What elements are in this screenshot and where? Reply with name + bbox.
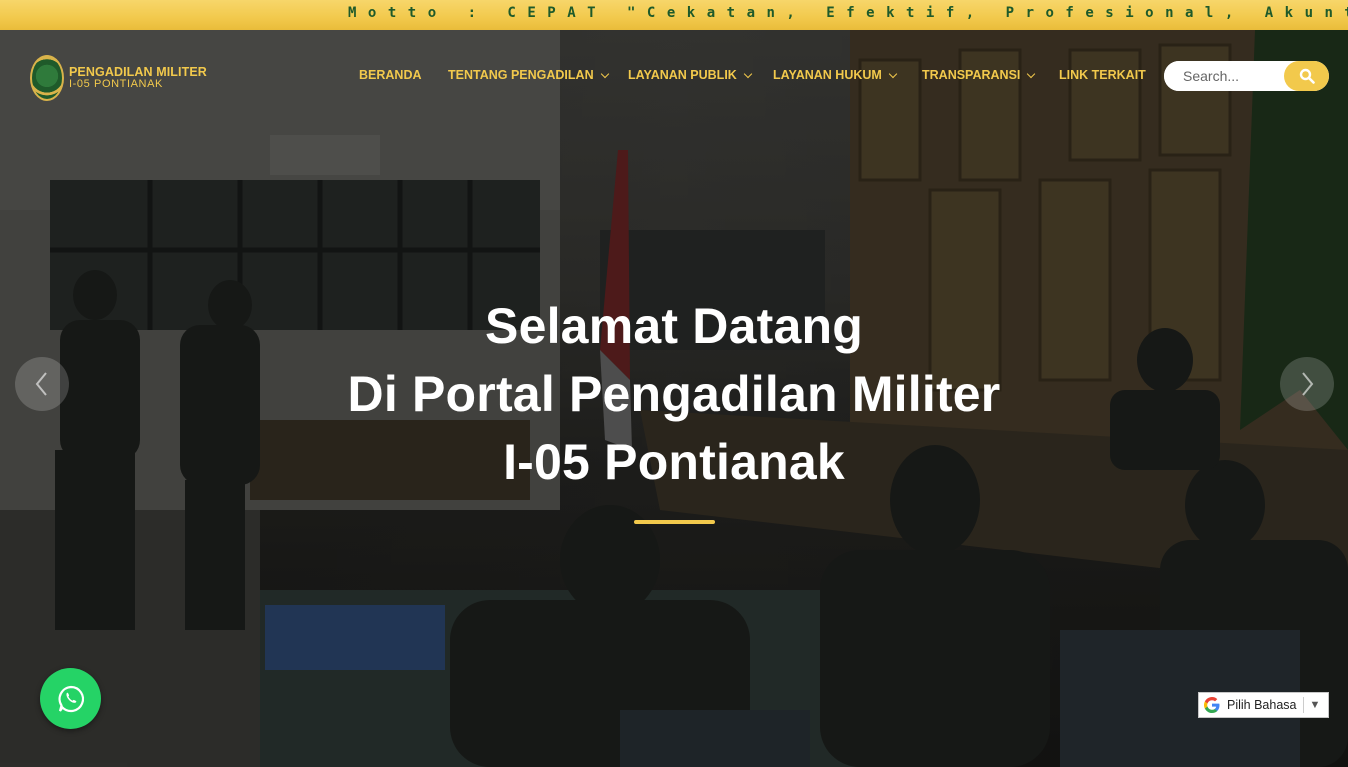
site-logo[interactable]: PENGADILAN MILITER I-05 PONTIANAK xyxy=(30,55,207,101)
nav-item-layanan-hukum[interactable]: LAYANAN HUKUM xyxy=(773,68,898,82)
chevron-down-icon xyxy=(1027,69,1036,78)
logo-title: PENGADILAN MILITER xyxy=(69,65,207,79)
search-bar xyxy=(1164,61,1329,91)
nav-item-label: BERANDA xyxy=(359,68,422,82)
search-icon xyxy=(1299,68,1315,84)
nav-item-link-terkait[interactable]: LINK TERKAIT xyxy=(1059,68,1146,82)
caret-down-icon: ▼ xyxy=(1309,699,1321,711)
court-emblem-icon xyxy=(30,55,64,101)
chevron-right-icon xyxy=(1302,372,1314,396)
hero-title-line-2: Di Portal Pengadilan Militer xyxy=(347,366,1001,422)
language-selector-label: Pilih Bahasa xyxy=(1227,698,1297,712)
chevron-down-icon xyxy=(743,69,753,78)
chevron-down-icon xyxy=(600,69,609,78)
nav-item-label: LINK TERKAIT xyxy=(1059,68,1146,82)
slider-prev-button[interactable] xyxy=(15,357,69,411)
chevron-left-icon xyxy=(35,372,47,396)
nav-item-transparansi[interactable]: TRANSPARANSI xyxy=(922,68,1036,82)
search-input[interactable] xyxy=(1164,61,1284,91)
search-button[interactable] xyxy=(1284,61,1329,91)
title-divider xyxy=(634,520,715,524)
chevron-down-icon xyxy=(888,69,898,78)
nav-item-layanan-publik[interactable]: LAYANAN PUBLIK xyxy=(628,68,753,82)
slider-next-button[interactable] xyxy=(1280,357,1334,411)
nav-item-label: LAYANAN HUKUM xyxy=(773,68,882,82)
nav-item-tentang-pengadilan[interactable]: TENTANG PENGADILAN xyxy=(448,68,609,82)
nav-item-label: TRANSPARANSI xyxy=(922,68,1021,82)
nav-item-beranda[interactable]: BERANDA xyxy=(359,68,422,82)
whatsapp-button[interactable] xyxy=(40,668,101,729)
language-selector[interactable]: Pilih Bahasa ▼ xyxy=(1198,692,1329,718)
whatsapp-icon xyxy=(58,685,84,712)
nav-item-label: TENTANG PENGADILAN xyxy=(448,68,594,82)
motto-text: Motto : CEPAT "Cekatan, Efektif, Profesi… xyxy=(348,5,1348,21)
motto-ticker: Motto : CEPAT "Cekatan, Efektif, Profesi… xyxy=(0,0,1348,30)
hero-title-line-3: I-05 Pontianak xyxy=(503,434,845,490)
logo-subtitle: I-05 PONTIANAK xyxy=(69,78,163,90)
hero-slider: PENGADILAN MILITER I-05 PONTIANAK BERAND… xyxy=(0,30,1348,767)
google-g-icon xyxy=(1204,697,1220,713)
hero-title-line-1: Selamat Datang xyxy=(485,298,863,354)
nav-item-label: LAYANAN PUBLIK xyxy=(628,68,737,82)
